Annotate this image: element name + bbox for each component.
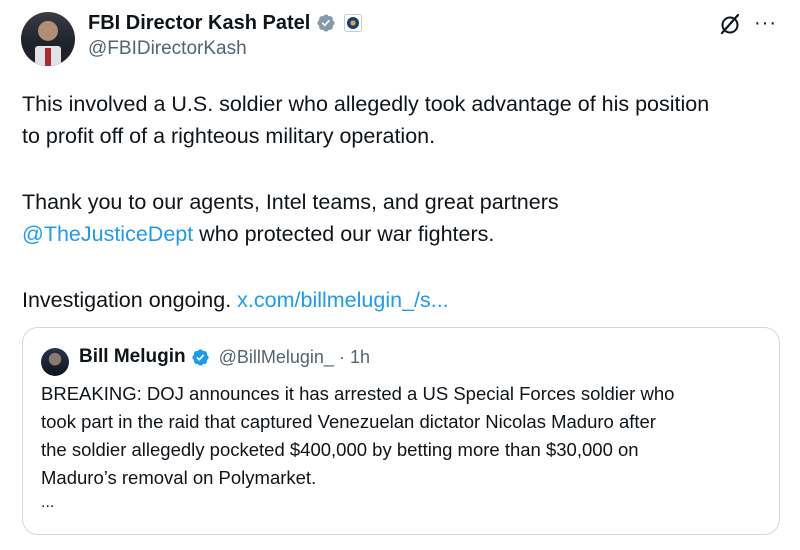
quoted-handle[interactable]: @BillMelugin_ xyxy=(219,347,334,368)
author-handle[interactable]: @FBIDirectorKash xyxy=(88,38,247,60)
quoted-text-line: took part in the raid that captured Vene… xyxy=(41,411,656,432)
author-avatar[interactable] xyxy=(21,12,75,66)
author-name-row: FBI Director Kash Patel xyxy=(88,10,363,36)
tweet-text-fragment: who protected our war fighters. xyxy=(193,222,495,246)
grok-icon[interactable] xyxy=(718,12,742,36)
truncation-ellipsis: ... xyxy=(41,494,55,511)
quoted-body: BREAKING: DOJ announces it has arrested … xyxy=(41,380,771,492)
separator-dot: · xyxy=(338,346,345,367)
more-options-icon[interactable]: ··· xyxy=(754,13,777,33)
quoted-text-line: Maduro’s removal on Polymarket. xyxy=(41,467,317,488)
tweet-text-line: Investigation ongoing. x.com/billmelugin… xyxy=(22,284,782,316)
verified-badge-icon[interactable] xyxy=(191,348,210,367)
tweet-text-line: Thank you to our agents, Intel teams, an… xyxy=(22,190,559,214)
quoted-timestamp[interactable]: 1h xyxy=(350,347,370,368)
mention-link[interactable]: @TheJusticeDept xyxy=(22,222,193,246)
url-link[interactable]: x.com/billmelugin_/s... xyxy=(237,288,449,312)
quoted-text-line: the soldier allegedly pocketed $400,000 … xyxy=(41,439,639,460)
tweet-text-line: to profit off of a righteous military op… xyxy=(22,124,436,148)
verified-badge-icon[interactable] xyxy=(316,13,336,33)
tweet-body: This involved a U.S. soldier who alleged… xyxy=(22,88,782,316)
tweet-text-fragment: Investigation ongoing. xyxy=(22,288,238,312)
tweet-text-line: @TheJusticeDept who protected our war fi… xyxy=(22,218,782,250)
tweet-text-line: This involved a U.S. soldier who alleged… xyxy=(22,92,710,116)
quoted-display-name[interactable]: Bill Melugin xyxy=(79,346,186,368)
quoted-text-line: BREAKING: DOJ announces it has arrested … xyxy=(41,383,675,404)
quoted-tweet-card[interactable]: Bill Melugin @BillMelugin_ · 1h BREAKING… xyxy=(22,327,780,535)
fbi-seal-icon[interactable] xyxy=(344,14,363,32)
author-display-name[interactable]: FBI Director Kash Patel xyxy=(88,10,310,36)
quoted-header: Bill Melugin @BillMelugin_ · 1h xyxy=(79,346,370,368)
quoted-author-avatar[interactable] xyxy=(41,348,69,376)
